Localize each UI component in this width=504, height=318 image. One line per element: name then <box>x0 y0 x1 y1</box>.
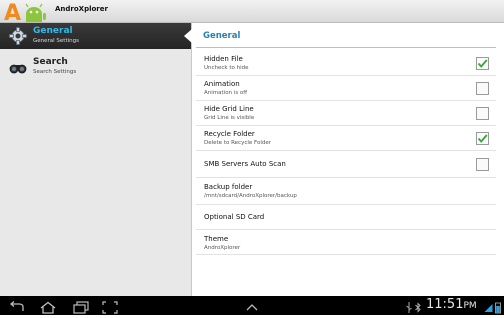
sidebar-item-general[interactable]: General General Settings <box>0 23 191 49</box>
system-nav-bar: 11:51PM <box>0 296 504 315</box>
pref-title: Animation <box>204 80 240 88</box>
svg-text:A: A <box>4 1 21 23</box>
status-clock: 11:51PM <box>426 297 477 312</box>
clock-time: 11:51 <box>426 297 464 312</box>
recycle-folder-checkbox[interactable] <box>476 132 489 145</box>
home-icon[interactable] <box>39 299 57 314</box>
pref-animation[interactable]: Animation Animation is off <box>196 75 496 101</box>
pref-subtitle: Animation is off <box>204 90 248 96</box>
app-title: AndroXplorer <box>55 5 108 13</box>
pref-title: Theme <box>204 235 229 243</box>
settings-panel: General Hidden File Uncheck to hide Anim… <box>192 23 504 296</box>
sidebar-item-search[interactable]: Search Search Settings <box>0 54 191 80</box>
checkmark-icon <box>477 134 488 143</box>
pref-smb-auto-scan[interactable]: SMB Servers Auto Scan <box>196 150 496 178</box>
pref-subtitle: Uncheck to hide <box>204 65 249 71</box>
pref-subtitle: AndroXplorer <box>204 245 241 251</box>
app-logo: A <box>3 1 51 26</box>
back-icon[interactable] <box>8 299 26 312</box>
pref-title: Recycle Folder <box>204 130 255 138</box>
sidebar: General General Settings Search Search S… <box>0 23 192 296</box>
menu-up-icon[interactable] <box>244 299 260 312</box>
pref-optional-sd-card[interactable]: Optional SD Card <box>196 204 496 230</box>
wifi-icon <box>484 299 493 312</box>
pref-subtitle: /mnt/sdcard/AndroXplorer/backup <box>204 193 297 199</box>
hidden-file-checkbox[interactable] <box>476 57 489 70</box>
sidebar-item-label: General <box>33 26 73 36</box>
gear-icon <box>9 27 27 45</box>
pref-title: Hidden File <box>204 55 243 63</box>
battery-icon <box>494 299 502 314</box>
pref-title: Hide Grid Line <box>204 105 254 113</box>
selection-indicator <box>184 29 192 43</box>
clock-ampm: PM <box>463 301 477 311</box>
pref-hidden-file[interactable]: Hidden File Uncheck to hide <box>196 50 496 76</box>
sidebar-item-subtitle: Search Settings <box>33 69 77 75</box>
pref-title: Optional SD Card <box>204 213 265 221</box>
pref-hide-grid-line[interactable]: Hide Grid Line Grid Line is visible <box>196 100 496 126</box>
smb-auto-scan-checkbox[interactable] <box>476 158 489 171</box>
recent-apps-icon[interactable] <box>72 299 90 314</box>
sidebar-item-label: Search <box>33 57 68 67</box>
pref-recycle-folder[interactable]: Recycle Folder Delete to Recycle Folder <box>196 125 496 151</box>
animation-checkbox[interactable] <box>476 82 489 95</box>
pref-title: SMB Servers Auto Scan <box>204 160 286 168</box>
section-title: General <box>203 31 241 41</box>
section-divider <box>196 47 496 48</box>
sidebar-item-subtitle: General Settings <box>33 38 79 44</box>
hide-grid-line-checkbox[interactable] <box>476 107 489 120</box>
pref-backup-folder[interactable]: Backup folder /mnt/sdcard/AndroXplorer/b… <box>196 177 496 205</box>
checkmark-icon <box>477 59 488 68</box>
pref-title: Backup folder <box>204 183 253 191</box>
pref-subtitle: Grid Line is visible <box>204 115 255 121</box>
screenshot-icon[interactable] <box>102 299 118 314</box>
binoculars-icon <box>9 58 27 76</box>
usb-icon <box>405 299 413 313</box>
bluetooth-icon <box>414 299 422 313</box>
pref-subtitle: Delete to Recycle Folder <box>204 140 272 146</box>
title-bar: A AndroXplorer <box>0 0 504 26</box>
pref-theme[interactable]: Theme AndroXplorer <box>196 229 496 255</box>
